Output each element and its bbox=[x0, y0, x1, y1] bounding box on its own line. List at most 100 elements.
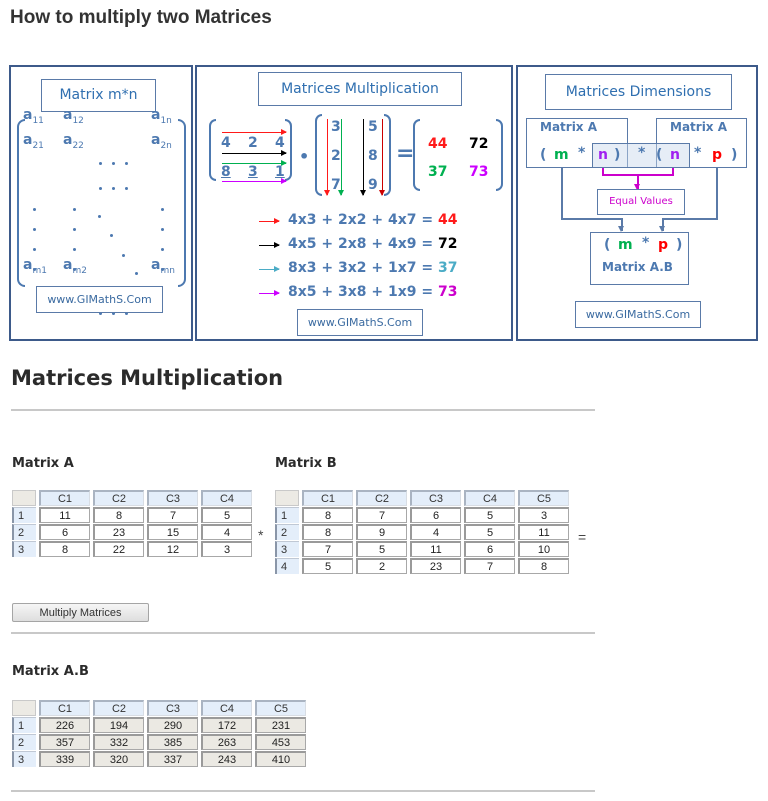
matrix-input-cell[interactable]: 4 bbox=[410, 524, 461, 540]
multiply-matrices-button[interactable]: Multiply Matrices bbox=[12, 603, 149, 622]
matrix-input-cell[interactable]: 5 bbox=[356, 541, 407, 557]
matrix-input-cell[interactable]: 9 bbox=[356, 524, 407, 540]
equation-arrow bbox=[259, 290, 280, 296]
table-row: 3 7 5 11 6 10 bbox=[275, 541, 569, 557]
row-header: 1 bbox=[12, 717, 36, 733]
a-13: 4 bbox=[275, 135, 285, 151]
matrix-b-grid: C1 C2 C3 C4 C5 1 8 7 6 5 3 2 8 9 4 5 11 3 7 5 11 6 10 4 5 2 23 7 8 bbox=[272, 489, 572, 575]
column-header: C5 bbox=[518, 490, 569, 506]
equation-result: 72 bbox=[437, 236, 458, 252]
star-2: * bbox=[638, 145, 646, 161]
ellipsis-dot bbox=[161, 248, 164, 251]
row2-magenta-arrow bbox=[222, 178, 287, 184]
matrices-dimensions-panel: Matrices Dimensions Matrix A Matrix A ( … bbox=[516, 65, 758, 341]
matrix-input-cell[interactable]: 8 bbox=[302, 524, 353, 540]
matrix-input-cell[interactable]: 3 bbox=[201, 541, 252, 557]
page-title: How to multiply two Matrices bbox=[10, 7, 272, 28]
star-1: * bbox=[578, 145, 586, 161]
result-cell: 243 bbox=[201, 751, 252, 767]
row-header: 2 bbox=[275, 524, 299, 540]
equation-expression: 8x5 + 3x8 + 1x9 = bbox=[288, 284, 438, 300]
result-left-bracket bbox=[413, 119, 420, 191]
ellipsis-dot bbox=[33, 208, 36, 211]
matrix-input-cell[interactable]: 6 bbox=[39, 524, 90, 540]
equals-sign: = bbox=[578, 529, 587, 545]
matrix-input-cell[interactable]: 12 bbox=[147, 541, 198, 557]
matrix-input-cell[interactable]: 23 bbox=[410, 558, 461, 574]
matrix-input-cell[interactable]: 11 bbox=[518, 524, 569, 540]
matrix-input-cell[interactable]: 8 bbox=[302, 507, 353, 523]
divider bbox=[11, 632, 595, 634]
table-row: 1 226 194 290 172 231 bbox=[12, 717, 306, 733]
matrix-element: amn bbox=[151, 257, 175, 276]
ellipsis-dot bbox=[33, 228, 36, 231]
table-row: 3 8 22 12 3 bbox=[12, 541, 252, 557]
matrix-input-cell[interactable]: 7 bbox=[464, 558, 515, 574]
table-row: 3 339 320 337 243 410 bbox=[12, 751, 306, 767]
matrix-input-cell[interactable]: 8 bbox=[518, 558, 569, 574]
row-header: 2 bbox=[12, 524, 36, 540]
matrix-element: a1n bbox=[151, 107, 172, 126]
matrix-input-cell[interactable]: 23 bbox=[93, 524, 144, 540]
matrix-b-right-bracket bbox=[384, 114, 391, 196]
matrix-b-label: Matrix B bbox=[275, 456, 337, 471]
website-label: www.GIMathS.Com bbox=[297, 309, 423, 336]
dim-n-left: n bbox=[598, 147, 608, 163]
result-cell: 339 bbox=[39, 751, 90, 767]
multiplication-title: Matrices Multiplication bbox=[258, 72, 462, 106]
col1-green-arrow bbox=[338, 119, 344, 196]
matrix-input-cell[interactable]: 15 bbox=[147, 524, 198, 540]
matrix-mn-panel: Matrix m*n a11 a12 a1n a21 a22 a2n am1 am2 amn w… bbox=[9, 65, 193, 341]
b-32: 9 bbox=[368, 177, 378, 193]
matrix-input-cell[interactable]: 6 bbox=[464, 541, 515, 557]
matrix-input-cell[interactable]: 7 bbox=[302, 541, 353, 557]
matrix-input-cell[interactable]: 2 bbox=[356, 558, 407, 574]
matrix-input-cell[interactable]: 3 bbox=[518, 507, 569, 523]
matrix-input-cell[interactable]: 8 bbox=[39, 541, 90, 557]
matrix-input-cell[interactable]: 11 bbox=[410, 541, 461, 557]
matrix-input-cell[interactable]: 11 bbox=[39, 507, 90, 523]
result-matrix-grid: C1 C2 C3 C4 C5 1 226 194 290 172 231 2 357 332 385 263 4… bbox=[9, 699, 309, 768]
equation-expression: 4x3 + 2x2 + 4x7 = bbox=[288, 212, 438, 228]
ellipsis-dot bbox=[161, 208, 164, 211]
matrix-input-cell[interactable]: 6 bbox=[410, 507, 461, 523]
right-down-arrow bbox=[659, 219, 665, 232]
column-header: C3 bbox=[147, 700, 198, 716]
divider bbox=[11, 790, 595, 792]
a-11: 4 bbox=[221, 135, 231, 151]
left-connector bbox=[561, 168, 623, 220]
matrix-input-cell[interactable]: 7 bbox=[147, 507, 198, 523]
matrix-input-cell[interactable]: 5 bbox=[464, 524, 515, 540]
column-header: C1 bbox=[39, 700, 90, 716]
open-paren-1: ( bbox=[540, 147, 547, 163]
dim-n-right: n bbox=[670, 147, 680, 163]
matrix-input-cell[interactable]: 5 bbox=[302, 558, 353, 574]
close-paren-2: ) bbox=[731, 147, 738, 163]
matrix-a-grid: C1 C2 C3 C4 1 11 8 7 5 2 6 23 15 4 3 8 22 12 3 bbox=[9, 489, 255, 558]
row-header: 3 bbox=[275, 541, 299, 557]
column-header: C1 bbox=[39, 490, 90, 506]
result-21: 37 bbox=[428, 164, 448, 180]
result-cell: 320 bbox=[93, 751, 144, 767]
equation-line: 8x3 + 3x2 + 1x7 = 37 bbox=[288, 260, 457, 276]
col2-black-arrow bbox=[360, 119, 366, 196]
matrix-input-cell[interactable]: 5 bbox=[464, 507, 515, 523]
corner-cell bbox=[275, 490, 299, 506]
matrix-input-cell[interactable]: 5 bbox=[201, 507, 252, 523]
result-matrix-label: Matrix A.B bbox=[602, 260, 673, 274]
times-sign: * bbox=[258, 527, 264, 543]
matrix-input-cell[interactable]: 8 bbox=[93, 507, 144, 523]
b-31: 7 bbox=[331, 177, 341, 193]
col2-red-arrow bbox=[379, 119, 385, 196]
matrix-input-cell[interactable]: 10 bbox=[518, 541, 569, 557]
matrix-a-label: Matrix A bbox=[12, 456, 74, 471]
matrix-input-cell[interactable]: 7 bbox=[356, 507, 407, 523]
header-row: C1 C2 C3 C4 C5 bbox=[12, 700, 306, 716]
matrix-input-cell[interactable]: 4 bbox=[201, 524, 252, 540]
column-header: C4 bbox=[201, 700, 252, 716]
website-label: www.GIMathS.Com bbox=[36, 286, 163, 313]
matrices-multiplication-panel: Matrices Multiplication 4 2 4 8 3 1 • 3 … bbox=[195, 65, 513, 341]
matrix-input-cell[interactable]: 22 bbox=[93, 541, 144, 557]
ellipsis-dot bbox=[161, 228, 164, 231]
right-connector bbox=[662, 168, 718, 220]
